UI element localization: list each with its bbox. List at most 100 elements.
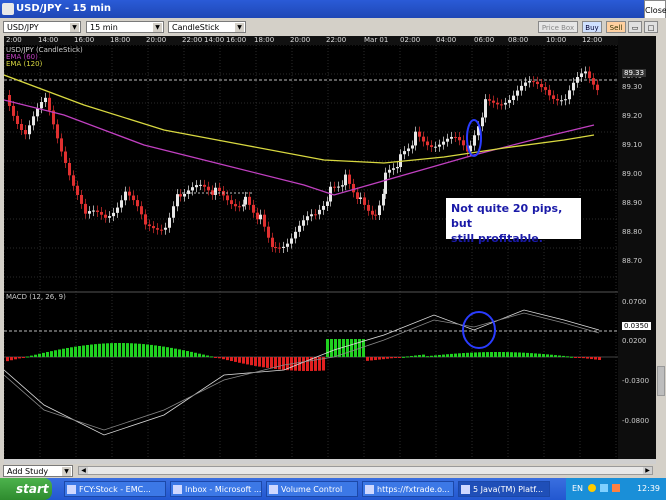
macd-histogram-bar — [434, 355, 437, 357]
macd-histogram-bar — [458, 353, 461, 357]
macd-histogram-bar — [58, 349, 61, 357]
symbol-select[interactable]: USD/JPY ▼ — [3, 21, 81, 33]
price-box-button[interactable]: Price Box — [538, 21, 578, 33]
interval-select[interactable]: 15 min ▼ — [86, 21, 164, 33]
macd-histogram-bar — [258, 357, 261, 367]
time-tick-label: 22:00 — [326, 36, 347, 44]
macd-histogram-bar — [46, 351, 49, 357]
time-axis: 2:00 14:00 16:00 18:00 20:00 22:00 14:00 16:00 1… — [4, 36, 618, 45]
macd-histogram-bar — [282, 357, 285, 370]
macd-histogram-bar — [514, 352, 517, 357]
chevron-down-icon[interactable]: ▼ — [70, 23, 79, 32]
price-tick-label: 89.00 — [622, 170, 643, 178]
macd-line — [3, 309, 600, 436]
macd-histogram-bar — [234, 357, 237, 362]
candle-body — [462, 140, 465, 146]
time-tick-label: 02:00 — [400, 36, 421, 44]
candle-body — [596, 84, 599, 91]
candle-body — [136, 200, 139, 207]
macd-histogram-bar — [194, 352, 197, 357]
chart-type-select[interactable]: CandleStick ▼ — [168, 21, 246, 33]
candle-body — [116, 207, 119, 213]
chevron-down-icon[interactable]: ▼ — [153, 23, 162, 32]
macd-histogram-bar — [102, 343, 105, 357]
macd-histogram-bar — [174, 348, 177, 357]
bottom-bar: Add Study ▼ ◀ ▶ — [0, 464, 666, 478]
candle-body — [267, 226, 270, 238]
taskbar-item[interactable]: FCY:Stock - EMC... — [64, 481, 166, 497]
candle-body — [156, 228, 159, 230]
vertical-scrollbar[interactable] — [656, 36, 666, 459]
candle-body — [242, 204, 245, 207]
price-tick-label: 89.33 — [622, 69, 647, 77]
macd-histogram-bar — [54, 350, 57, 357]
chevron-down-icon[interactable]: ▼ — [62, 467, 71, 476]
start-button[interactable]: start — [0, 478, 52, 500]
candle-body — [302, 220, 305, 226]
macd-histogram-bar — [230, 357, 233, 362]
price-tick-label: 88.80 — [622, 228, 643, 236]
candle-body — [132, 195, 135, 201]
macd-tick-label: 0.0700 — [622, 298, 647, 306]
macd-histogram-bar — [502, 352, 505, 357]
maximize-icon[interactable]: □ — [644, 21, 658, 33]
candle-body — [310, 214, 313, 217]
candle-body — [341, 185, 344, 187]
candle-body — [12, 105, 15, 116]
chevron-right-icon[interactable]: ▶ — [643, 467, 652, 474]
candle-body — [36, 108, 39, 117]
minimize-icon[interactable]: ▭ — [628, 21, 642, 33]
add-study-select[interactable]: Add Study ▼ — [3, 465, 73, 477]
candle-body — [532, 81, 535, 83]
macd-histogram-bar — [202, 354, 205, 357]
candle-body — [458, 137, 461, 141]
sell-button[interactable]: Sell — [606, 21, 626, 33]
tray-icon[interactable] — [612, 484, 620, 492]
tray-icon[interactable] — [600, 484, 608, 492]
macd-histogram-bar — [266, 357, 269, 368]
candle-body — [128, 191, 131, 196]
time-scrollbar[interactable]: ◀ ▶ — [78, 466, 653, 475]
tray-icon[interactable] — [588, 484, 596, 492]
macd-histogram-bar — [422, 354, 425, 357]
chevron-left-icon[interactable]: ◀ — [79, 467, 88, 474]
candle-body — [564, 99, 567, 101]
candle-body — [584, 71, 587, 74]
candle-body — [536, 81, 539, 85]
candle-body — [120, 200, 123, 208]
taskbar-item[interactable]: Inbox - Microsoft ... — [170, 481, 262, 497]
macd-histogram-bar — [254, 357, 257, 366]
macd-histogram-bar — [398, 357, 401, 358]
taskbar-item-active[interactable]: 5 Java(TM) Platf... — [458, 481, 550, 497]
candle-body — [112, 212, 115, 217]
candle-body — [426, 141, 429, 146]
candle-body — [359, 197, 362, 199]
annotation-line-1: Not quite 20 pips, but — [451, 202, 563, 230]
candle-body — [234, 204, 237, 207]
chevron-down-icon[interactable]: ▼ — [235, 23, 244, 32]
macd-histogram-bar — [354, 339, 357, 357]
macd-histogram-bar — [390, 357, 393, 359]
buy-button[interactable]: Buy — [582, 21, 602, 33]
candle-body — [72, 175, 75, 186]
candle-body — [314, 214, 317, 216]
candle-body — [286, 243, 289, 247]
macd-histogram-bar — [150, 344, 153, 357]
candle-body — [160, 229, 163, 231]
language-indicator[interactable]: EN — [572, 478, 583, 500]
candle-body — [504, 102, 507, 105]
chart-area[interactable] — [3, 44, 618, 459]
candle-body — [218, 187, 221, 191]
taskbar-item[interactable]: Volume Control — [266, 481, 358, 497]
macd-histogram-bar — [426, 356, 429, 358]
candle-body — [108, 216, 111, 218]
symbol-value: USD/JPY — [7, 23, 39, 32]
time-tick-label: 10:00 — [546, 36, 567, 44]
taskbar-item[interactable]: https://fxtrade.o... — [362, 481, 454, 497]
macd-histogram-bar — [146, 344, 149, 357]
highlight-ellipse — [462, 311, 496, 349]
macd-histogram-bar — [526, 352, 529, 357]
candle-body — [259, 214, 262, 220]
scrollbar-thumb[interactable] — [657, 366, 665, 396]
candle-body — [403, 151, 406, 155]
